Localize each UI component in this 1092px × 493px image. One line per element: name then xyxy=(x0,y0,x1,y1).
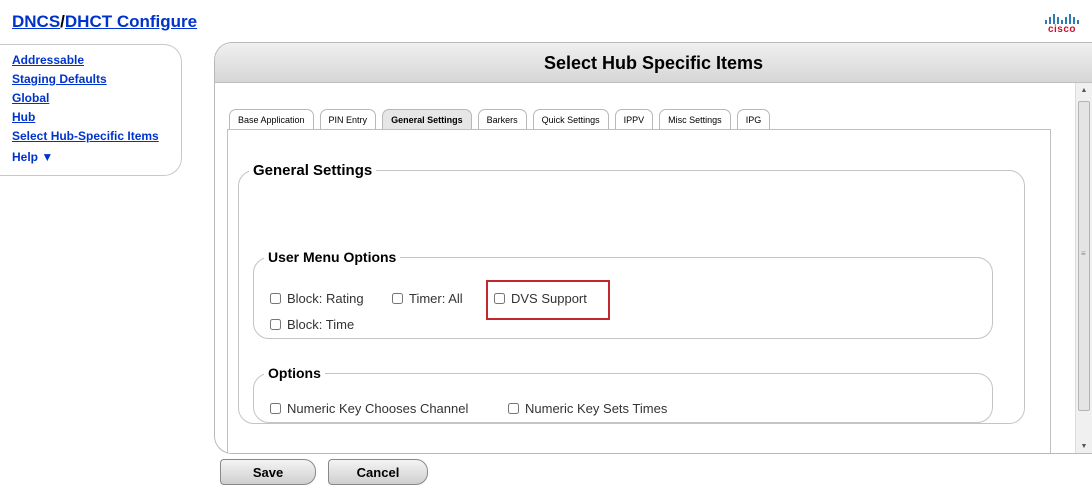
cisco-logo: cisco xyxy=(1040,14,1084,35)
tab-ippv[interactable]: IPPV xyxy=(614,109,654,129)
block-rating-label: Block: Rating xyxy=(287,291,364,306)
general-settings-legend: General Settings xyxy=(253,162,373,179)
block-time-option[interactable]: Block: Time xyxy=(270,317,354,332)
tab-ipg[interactable]: IPG xyxy=(736,109,771,129)
save-button[interactable]: Save xyxy=(220,459,316,485)
sidebar-item-addressable[interactable]: Addressable xyxy=(12,51,181,70)
numeric-key-sets-times-checkbox[interactable] xyxy=(508,403,519,414)
help-menu[interactable]: Help ▼ xyxy=(12,150,181,164)
page-title: Select Hub Specific Items xyxy=(215,43,1092,83)
numeric-key-sets-times-label: Numeric Key Sets Times xyxy=(525,401,668,416)
tab-content: General Settings User Menu Options Block… xyxy=(227,129,1051,453)
timer-all-option[interactable]: Timer: All xyxy=(392,291,463,306)
user-menu-options-group: User Menu Options Block: Rating Timer: A… xyxy=(253,249,993,339)
sidebar: Addressable Staging Defaults Global Hub … xyxy=(0,44,182,176)
tab-pin-entry[interactable]: PIN Entry xyxy=(319,109,377,129)
dvs-support-label: DVS Support xyxy=(511,291,587,306)
tab-quick-settings[interactable]: Quick Settings xyxy=(532,109,609,129)
dhct-configure-link[interactable]: DHCT Configure xyxy=(65,12,197,31)
sidebar-item-select-hub-specific-items[interactable]: Select Hub-Specific Items xyxy=(12,127,181,146)
timer-all-label: Timer: All xyxy=(409,291,463,306)
cisco-logo-bars-icon xyxy=(1040,14,1084,24)
block-rating-option[interactable]: Block: Rating xyxy=(270,291,364,306)
dvs-support-checkbox[interactable] xyxy=(494,293,505,304)
main-panel: Select Hub Specific Items ▲ ≡ ▼ Base App… xyxy=(214,42,1092,454)
vertical-scrollbar[interactable]: ▲ ≡ ▼ xyxy=(1075,83,1092,453)
block-rating-checkbox[interactable] xyxy=(270,293,281,304)
tab-misc-settings[interactable]: Misc Settings xyxy=(659,109,731,129)
block-time-label: Block: Time xyxy=(287,317,355,332)
general-settings-group: General Settings User Menu Options Block… xyxy=(238,162,1025,424)
app-title: DNCS/DHCT Configure xyxy=(12,12,197,32)
scroll-up-icon[interactable]: ▲ xyxy=(1076,83,1092,99)
grip-icon: ≡ xyxy=(1081,249,1086,258)
tab-base-application[interactable]: Base Application xyxy=(229,109,314,129)
dncs-link[interactable]: DNCS xyxy=(12,12,60,31)
block-time-checkbox[interactable] xyxy=(270,319,281,330)
sidebar-item-hub[interactable]: Hub xyxy=(12,108,181,127)
tab-barkers[interactable]: Barkers xyxy=(477,109,527,129)
options-legend: Options xyxy=(268,365,321,381)
cancel-button[interactable]: Cancel xyxy=(328,459,428,485)
tab-bar: Base Application PIN Entry General Setti… xyxy=(229,109,771,129)
sidebar-item-staging-defaults[interactable]: Staging Defaults xyxy=(12,70,181,89)
sidebar-item-global[interactable]: Global xyxy=(12,89,181,108)
timer-all-checkbox[interactable] xyxy=(392,293,403,304)
numeric-key-sets-times-option[interactable]: Numeric Key Sets Times xyxy=(508,401,667,416)
numeric-key-chooses-channel-checkbox[interactable] xyxy=(270,403,281,414)
user-menu-options-legend: User Menu Options xyxy=(268,249,397,265)
scroll-down-icon[interactable]: ▼ xyxy=(1076,439,1092,453)
scrollbar-thumb[interactable]: ≡ xyxy=(1078,101,1090,411)
dvs-support-option[interactable]: DVS Support xyxy=(494,291,587,306)
cisco-logo-text: cisco xyxy=(1047,24,1077,35)
numeric-key-chooses-channel-label: Numeric Key Chooses Channel xyxy=(287,401,469,416)
tab-general-settings[interactable]: General Settings xyxy=(382,109,472,129)
numeric-key-chooses-channel-option[interactable]: Numeric Key Chooses Channel xyxy=(270,401,468,416)
options-group: Options Numeric Key Chooses Channel Nume… xyxy=(253,365,993,423)
